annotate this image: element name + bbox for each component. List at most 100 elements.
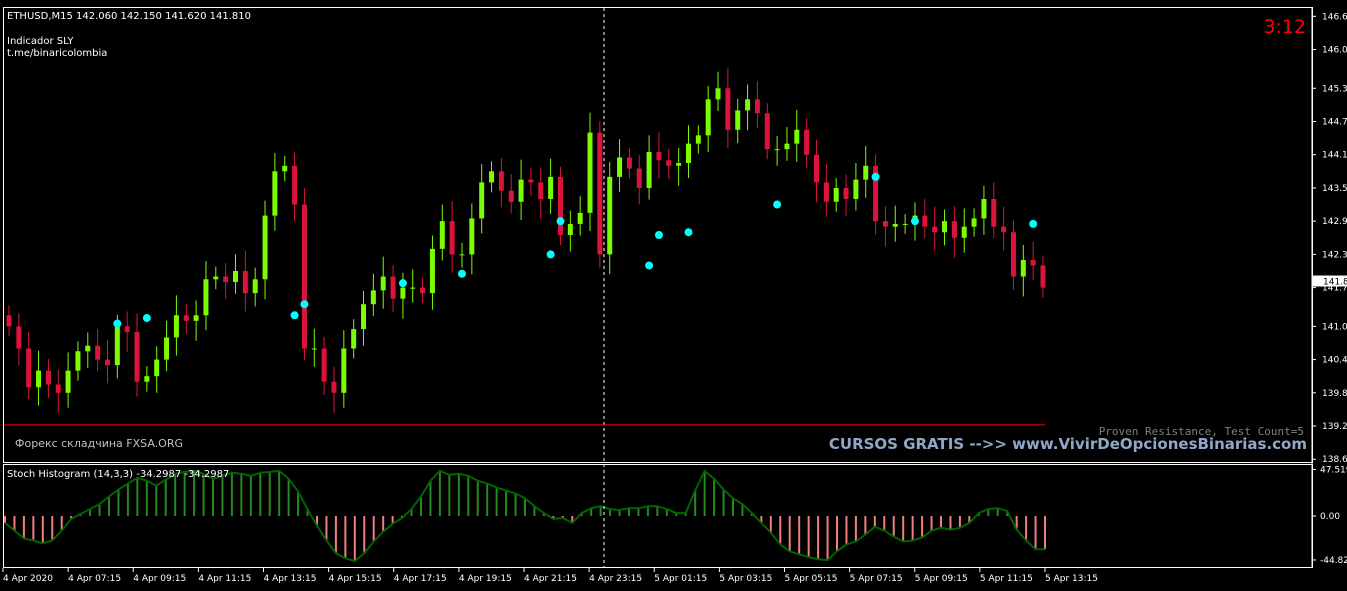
candle-body xyxy=(1001,226,1007,233)
signal-dot xyxy=(142,314,151,323)
candle-body xyxy=(124,326,130,332)
symbol-info: ETHUSD,M15 142.060 142.150 141.620 141.8… xyxy=(7,11,251,22)
candle-body xyxy=(1020,259,1026,277)
signal-dot xyxy=(300,300,309,309)
candle-body xyxy=(853,179,859,200)
countdown-timer: 3:12 xyxy=(1263,16,1306,38)
candle-body xyxy=(794,129,800,144)
candle-body xyxy=(991,199,997,227)
time-tick-label: 4 Apr 11:15 xyxy=(198,574,251,584)
candle-body xyxy=(932,226,938,233)
candle-body xyxy=(774,149,780,151)
histogram-tick-label: 47.5193 xyxy=(1320,465,1347,475)
candle-body xyxy=(242,270,248,294)
candle-body xyxy=(528,179,534,183)
time-tick-label: 5 Apr 07:15 xyxy=(850,574,903,584)
candle-body xyxy=(735,110,741,130)
signal-dot xyxy=(773,200,782,209)
signal-dot xyxy=(290,311,299,320)
signal-dot xyxy=(910,217,919,226)
price-tick-label: 141.00 xyxy=(1322,322,1347,332)
time-tick-label: 5 Apr 01:15 xyxy=(654,574,707,584)
candle-body xyxy=(95,345,101,360)
price-tick-label: 144.70 xyxy=(1322,118,1347,128)
candle-body xyxy=(331,381,337,393)
signal-dot xyxy=(1029,219,1038,228)
candle-body xyxy=(764,113,770,150)
signal-dots-layer xyxy=(113,172,1038,328)
time-tick-label: 4 Apr 13:15 xyxy=(264,574,317,584)
price-tick-label: 139.80 xyxy=(1322,389,1347,399)
candle-body xyxy=(55,384,61,393)
candle-body xyxy=(36,370,42,388)
candle-body xyxy=(617,157,623,177)
candle-body xyxy=(1010,232,1016,277)
candle-body xyxy=(469,218,475,255)
candle-body xyxy=(16,326,22,349)
price-tick-label: 144.10 xyxy=(1322,151,1347,161)
candle-body xyxy=(646,151,652,188)
candle-body xyxy=(252,279,258,294)
candle-body xyxy=(715,88,721,100)
candle-body xyxy=(144,376,150,382)
candle-body xyxy=(489,171,495,183)
candle-body xyxy=(695,135,701,144)
histogram-axis: 47.5193 0.00 -44.82 xyxy=(1312,465,1347,566)
time-tick-label: 4 Apr 17:15 xyxy=(394,574,447,584)
candle-body xyxy=(134,331,140,382)
candle-body xyxy=(1040,265,1046,288)
indicator-title: Stoch Histogram (14,3,3) -34.2987 -34.29… xyxy=(7,469,229,480)
price-tick-label: 143.50 xyxy=(1322,184,1347,194)
candle-body xyxy=(410,287,416,289)
candle-body xyxy=(459,254,465,256)
candle-body xyxy=(843,187,849,200)
candle-body xyxy=(232,270,238,283)
indicator-link: t.me/binaricolombia xyxy=(7,48,107,59)
signal-dot xyxy=(654,231,663,239)
candle-body xyxy=(223,276,229,283)
candle-body xyxy=(685,143,691,164)
candle-body xyxy=(390,276,396,299)
candle-body xyxy=(882,221,888,227)
candle-body xyxy=(863,165,869,180)
candle-body xyxy=(400,287,406,299)
candle-body xyxy=(6,315,12,327)
price-tick-label: 145.30 xyxy=(1322,84,1347,94)
candle-body xyxy=(311,348,317,350)
signal-dot xyxy=(556,217,565,226)
price-tick-label: 139.20 xyxy=(1322,422,1347,432)
candle-body xyxy=(754,99,760,114)
candle-body xyxy=(351,329,357,349)
candle-body xyxy=(45,370,51,385)
candle-body xyxy=(971,218,977,227)
candle-body xyxy=(951,221,957,238)
time-tick-label: 4 Apr 23:15 xyxy=(589,574,642,584)
candle-body xyxy=(981,199,987,219)
candle-body xyxy=(626,157,632,169)
time-tick-label: 4 Apr 09:15 xyxy=(133,574,186,584)
candle-body xyxy=(114,326,120,366)
candle-body xyxy=(154,359,160,377)
watermark-text: Форекс складчина FXSA.ORG xyxy=(15,437,183,450)
candle-body xyxy=(292,165,298,205)
candle-body xyxy=(173,315,179,338)
promo-text[interactable]: CURSOS GRATIS -->> www.VivirDeOpcionesBi… xyxy=(829,435,1307,453)
candle-body xyxy=(420,287,426,294)
candle-body xyxy=(193,315,199,321)
signal-dot xyxy=(684,228,693,237)
time-tick-label: 5 Apr 11:15 xyxy=(980,574,1033,584)
signal-dot xyxy=(546,250,555,259)
candle-body xyxy=(538,182,544,200)
candle-body xyxy=(272,171,278,216)
chart-canvas[interactable]: 146.60 146.00 145.30 144.70 144.10 143.50 142.… xyxy=(0,0,1347,587)
signal-dot xyxy=(398,279,407,288)
signal-dot xyxy=(457,269,466,278)
candle-body xyxy=(823,182,829,202)
current-price-marker: 141.8 xyxy=(1313,275,1347,288)
candle-body xyxy=(203,279,209,316)
candle-body xyxy=(75,351,81,371)
candle-body xyxy=(361,304,367,330)
price-tick-label: 142.30 xyxy=(1322,250,1347,260)
candle-body xyxy=(449,221,455,255)
candle-body xyxy=(597,132,603,255)
